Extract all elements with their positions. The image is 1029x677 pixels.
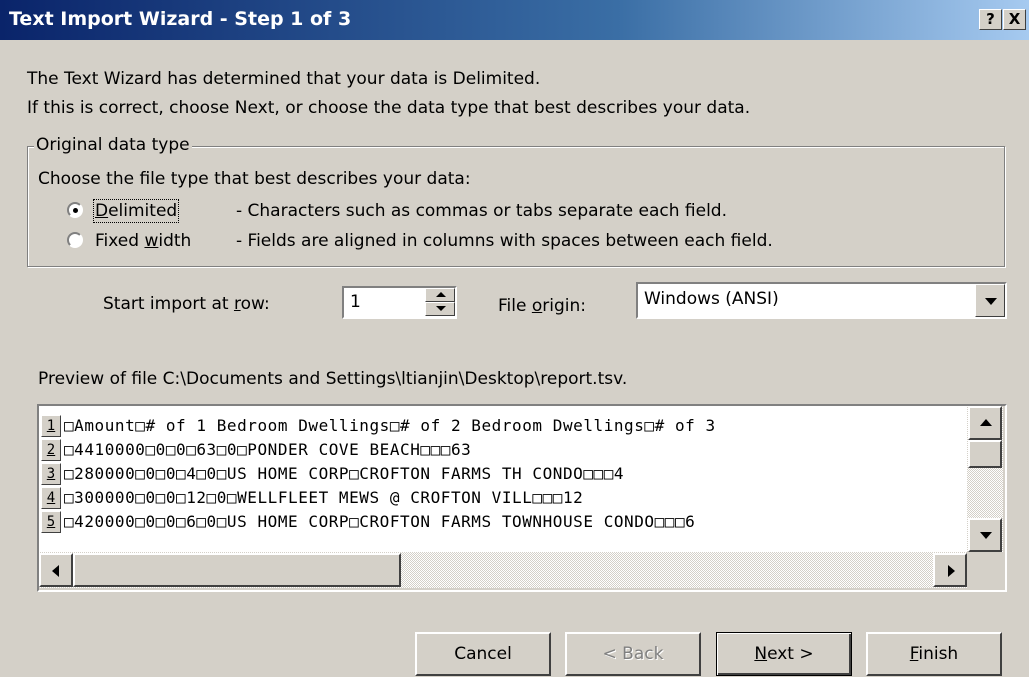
close-button[interactable]: X bbox=[1003, 9, 1026, 30]
preview-label: Preview of file C:\Documents and Setting… bbox=[38, 369, 628, 389]
arrow-up-icon bbox=[436, 292, 446, 297]
preview-pane: 1 □Amount□# of 1 Bedroom Dwellings□# of … bbox=[37, 404, 1007, 592]
scroll-down-button[interactable] bbox=[968, 518, 1002, 552]
row-text: □300000□0□0□12□0□WELLFLEET MEWS @ CROFTO… bbox=[64, 488, 584, 507]
next-button-key: N bbox=[754, 644, 768, 664]
next-button-rest: ext > bbox=[767, 644, 814, 664]
row-text: □4410000□0□0□63□0□PONDER COVE BEACH□□□63 bbox=[64, 440, 472, 459]
chevron-down-icon bbox=[985, 298, 997, 305]
finish-button[interactable]: Finish bbox=[866, 632, 1002, 676]
back-button[interactable]: < Back bbox=[565, 632, 701, 676]
vertical-scroll-thumb[interactable] bbox=[968, 440, 1002, 468]
delimited-radio[interactable] bbox=[67, 202, 83, 218]
row-number: 5 bbox=[41, 511, 61, 533]
spinner-up-button[interactable] bbox=[425, 288, 455, 302]
dropdown-button[interactable] bbox=[975, 284, 1005, 317]
file-type-prompt: Choose the file type that best describes… bbox=[38, 169, 471, 189]
start-row-label-pre: Start import at bbox=[103, 294, 234, 314]
fixed-width-description: - Fields are aligned in columns with spa… bbox=[236, 231, 773, 251]
arrow-right-icon bbox=[948, 565, 955, 577]
intro-line-2: If this is correct, choose Next, or choo… bbox=[27, 98, 751, 118]
fixed-width-radio[interactable] bbox=[67, 232, 83, 248]
file-origin-dropdown[interactable]: Windows (ANSI) bbox=[636, 282, 1007, 319]
file-origin-value[interactable]: Windows (ANSI) bbox=[644, 289, 779, 309]
row-number: 1 bbox=[41, 415, 61, 437]
delimited-description: - Characters such as commas or tabs sepa… bbox=[236, 201, 727, 221]
start-row-spinner[interactable]: 1 bbox=[342, 286, 457, 319]
file-origin-label-key: o bbox=[531, 296, 543, 316]
text-import-wizard-dialog: Text Import Wizard - Step 1 of 3 ? X The… bbox=[0, 0, 1029, 677]
delimited-label-key: D bbox=[95, 201, 109, 221]
delimited-label-post: elimited bbox=[108, 201, 178, 221]
start-row-label: Start import at row: bbox=[103, 294, 270, 314]
file-origin-label-pre: File bbox=[498, 296, 532, 316]
help-button[interactable]: ? bbox=[979, 9, 1002, 30]
window-title: Text Import Wizard - Step 1 of 3 bbox=[9, 8, 352, 30]
horizontal-scrollbar[interactable] bbox=[39, 552, 967, 588]
arrow-down-icon bbox=[436, 306, 446, 311]
scrollbar-corner bbox=[967, 552, 1003, 588]
scroll-up-button[interactable] bbox=[968, 406, 1002, 440]
row-text: □280000□0□0□4□0□US HOME CORP□CROFTON FAR… bbox=[64, 464, 625, 483]
arrow-up-icon bbox=[980, 419, 992, 426]
start-row-label-key: r bbox=[233, 294, 241, 314]
fixed-width-label[interactable]: Fixed width bbox=[95, 231, 191, 251]
row-text: □420000□0□0□6□0□US HOME CORP□CROFTON FAR… bbox=[64, 512, 696, 531]
spinner-down-button[interactable] bbox=[425, 302, 455, 316]
intro-line-1: The Text Wizard has determined that your… bbox=[27, 69, 541, 89]
start-row-label-post: ow: bbox=[240, 294, 270, 314]
delimited-label[interactable]: Delimited bbox=[92, 199, 180, 223]
title-bar: Text Import Wizard - Step 1 of 3 ? X bbox=[0, 0, 1029, 40]
start-row-value[interactable]: 1 bbox=[350, 292, 361, 312]
file-origin-label: File origin: bbox=[498, 296, 586, 316]
row-number: 3 bbox=[41, 463, 61, 485]
group-legend: Original data type bbox=[34, 135, 192, 155]
vertical-scrollbar[interactable] bbox=[967, 406, 1003, 552]
back-button-label: < Back bbox=[602, 644, 664, 664]
cancel-button-label: Cancel bbox=[454, 644, 512, 664]
file-origin-label-post: rigin: bbox=[542, 296, 586, 316]
cancel-button[interactable]: Cancel bbox=[415, 632, 551, 676]
fixed-width-label-pre: Fixed bbox=[95, 231, 145, 251]
arrow-left-icon bbox=[52, 565, 59, 577]
row-text: □Amount□# of 1 Bedroom Dwellings□# of 2 … bbox=[64, 416, 716, 435]
horizontal-scroll-thumb[interactable] bbox=[73, 553, 401, 587]
fixed-width-label-post: idth bbox=[158, 231, 192, 251]
fixed-width-label-key: w bbox=[144, 231, 159, 251]
preview-content[interactable]: 1 □Amount□# of 1 Bedroom Dwellings□# of … bbox=[39, 406, 967, 552]
next-button[interactable]: Next > bbox=[716, 632, 852, 676]
row-number: 4 bbox=[41, 487, 61, 509]
row-number: 2 bbox=[41, 439, 61, 461]
scroll-left-button[interactable] bbox=[39, 553, 73, 587]
finish-button-rest: inish bbox=[918, 644, 959, 664]
scroll-right-button[interactable] bbox=[933, 553, 967, 587]
arrow-down-icon bbox=[980, 532, 992, 539]
